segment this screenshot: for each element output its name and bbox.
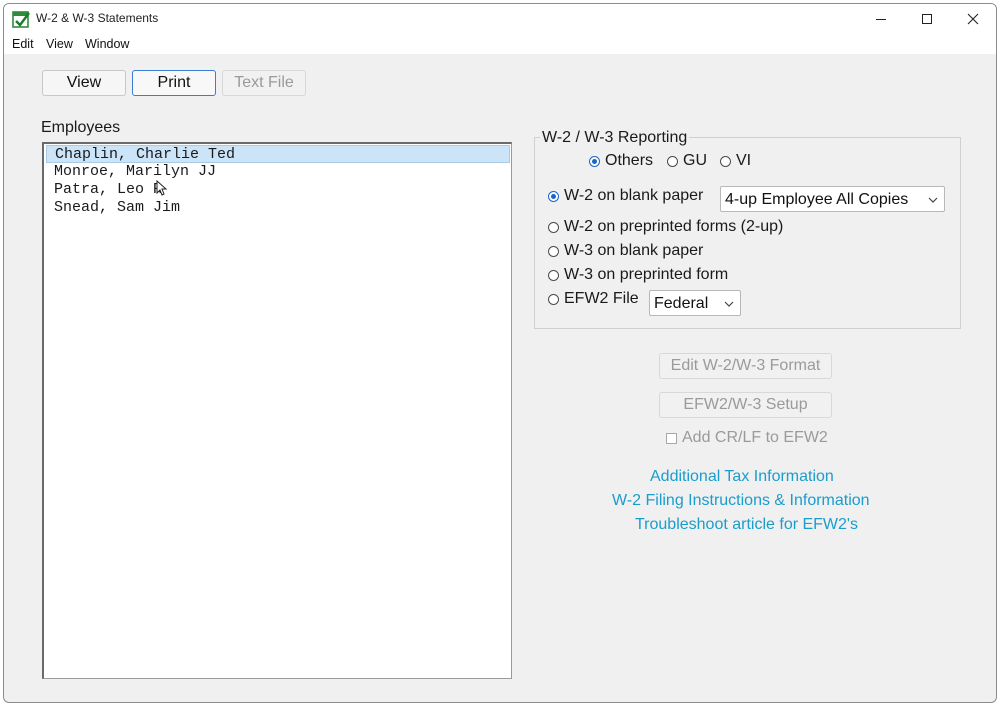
- radio-w3-blank-paper-label: W-3 on blank paper: [564, 242, 704, 259]
- w2-blank-paper-select[interactable]: 4-up Employee All Copies: [720, 186, 945, 212]
- menu-view[interactable]: View: [46, 37, 73, 51]
- radio-w3-preprinted[interactable]: [548, 270, 559, 281]
- radio-efw2-file-label: EFW2 File: [564, 290, 639, 307]
- window-title: W-2 & W-3 Statements: [36, 11, 159, 25]
- menu-bar: Edit View Window: [4, 34, 996, 54]
- radio-gu-label: GU: [683, 152, 707, 169]
- employees-list[interactable]: Chaplin, Charlie Ted Monroe, Marilyn JJ …: [42, 142, 512, 679]
- radio-w2-preprinted-label: W-2 on preprinted forms (2-up): [564, 218, 784, 235]
- list-item-employee[interactable]: Snead, Sam Jim: [46, 199, 510, 217]
- employees-label: Employees: [41, 119, 121, 136]
- radio-vi[interactable]: [720, 156, 731, 167]
- radio-others-label: Others: [605, 152, 654, 169]
- maximize-icon: [922, 14, 932, 24]
- efw2-select[interactable]: Federal: [649, 290, 741, 316]
- radio-w3-blank-paper[interactable]: [548, 246, 559, 257]
- efw2-select-value: Federal: [654, 295, 709, 312]
- close-button[interactable]: [950, 4, 996, 34]
- radio-others[interactable]: [589, 156, 600, 167]
- radio-w3-preprinted-label: W-3 on preprinted form: [564, 266, 729, 283]
- list-item-employee[interactable]: Monroe, Marilyn JJ: [46, 163, 510, 181]
- radio-vi-label: VI: [736, 152, 752, 169]
- radio-w2-blank-paper-label: W-2 on blank paper: [564, 187, 704, 204]
- edit-format-button[interactable]: Edit W-2/W-3 Format: [659, 353, 832, 379]
- crlf-checkbox[interactable]: [666, 433, 677, 444]
- filing-instructions-link[interactable]: W-2 Filing Instructions & Information: [612, 492, 870, 510]
- crlf-checkbox-label: Add CR/LF to EFW2: [682, 429, 828, 446]
- text-file-button[interactable]: Text File: [222, 70, 306, 96]
- minimize-icon: [876, 19, 886, 20]
- radio-w2-blank-paper[interactable]: [548, 191, 559, 202]
- maximize-button[interactable]: [904, 4, 950, 34]
- chevron-down-icon: [928, 197, 938, 203]
- list-item-employee[interactable]: Patra, Leo R: [46, 181, 510, 199]
- efw2-setup-button[interactable]: EFW2/W-3 Setup: [659, 392, 832, 418]
- radio-w2-preprinted[interactable]: [548, 222, 559, 233]
- print-button[interactable]: Print: [132, 70, 216, 96]
- radio-efw2-file[interactable]: [548, 294, 559, 305]
- view-button[interactable]: View: [42, 70, 126, 96]
- app-checkmark-icon: [12, 11, 30, 28]
- troubleshoot-link[interactable]: Troubleshoot article for EFW2's: [635, 516, 858, 534]
- chevron-down-icon: [724, 301, 734, 307]
- title-bar: W-2 & W-3 Statements: [4, 4, 996, 34]
- menu-window[interactable]: Window: [85, 37, 129, 51]
- app-window: W-2 & W-3 Statements Edit View Window Vi…: [3, 3, 997, 703]
- reporting-group-title: W-2 / W-3 Reporting: [540, 129, 690, 147]
- minimize-button[interactable]: [858, 4, 904, 34]
- additional-tax-link[interactable]: Additional Tax Information: [650, 468, 834, 486]
- radio-gu[interactable]: [667, 156, 678, 167]
- menu-edit[interactable]: Edit: [12, 37, 34, 51]
- w2-blank-paper-select-value: 4-up Employee All Copies: [725, 191, 909, 208]
- mouse-pointer-icon: [156, 180, 168, 196]
- list-item-employee[interactable]: Chaplin, Charlie Ted: [46, 145, 510, 163]
- close-icon: [967, 13, 979, 25]
